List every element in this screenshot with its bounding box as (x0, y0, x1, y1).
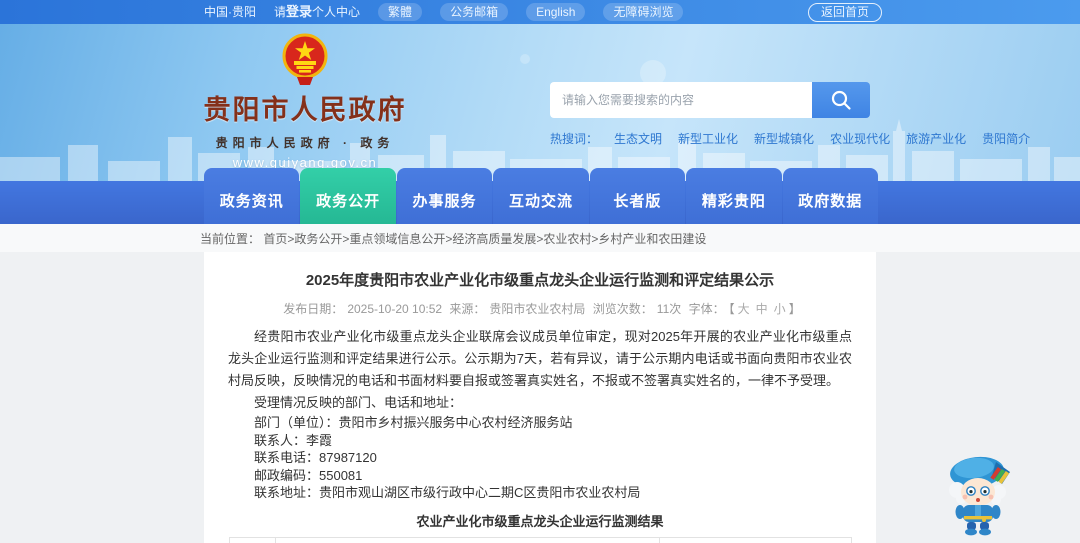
site-logo-block[interactable]: 贵阳市人民政府 贵阳市人民政府 · 政务 www.guiyang.gov.cn (200, 32, 410, 170)
back-home-button[interactable]: 返回首页 (807, 3, 882, 22)
bracket-close: 】 (788, 302, 801, 316)
hot-word-3[interactable]: 新型城镇化 (754, 130, 814, 147)
english-link[interactable]: English (526, 3, 586, 21)
region-link[interactable]: 中国·贵阳 (204, 0, 256, 24)
contact-address-line: 联系地址：贵阳市观山湖区市级行政中心二期C区贵阳市农业农村局 (254, 485, 641, 500)
hot-word-6[interactable]: 贵阳简介 (982, 130, 1030, 147)
font-size-label: 字体： (688, 302, 725, 316)
font-size-large-button[interactable]: 大 (738, 302, 750, 316)
hot-word-4[interactable]: 农业现代化 (830, 130, 890, 147)
nav-tab-zhengwu-gongkai[interactable]: 政务公开 (300, 168, 396, 224)
main-content-area: 2025年度贵阳市农业产业化市级重点龙头企业运行监测和评定结果公示 发布日期： 2… (0, 252, 1080, 543)
contact-person-line: 联系人：李霞 (254, 432, 333, 448)
breadcrumb: 当前位置： 首页>政务公开>重点领域信息公开>经济高质量发展>农业农村>乡村产业… (200, 230, 706, 247)
breadcrumb-label: 当前位置： (200, 231, 261, 246)
breadcrumb-path[interactable]: 首页>政务公开>重点领域信息公开>经济高质量发展>农业农村>乡村产业和农田建设 (263, 232, 706, 246)
login-strong: 登录 (286, 4, 313, 19)
contact-department-line: 部门（单位）：贵阳市乡村振兴服务中心农村经济服务站 (254, 415, 573, 430)
nav-tab-jingcai-guiyang[interactable]: 精彩贵阳 (686, 168, 782, 224)
nav-tab-zhengwu-zixun[interactable]: 政务资讯 (204, 168, 300, 224)
login-link[interactable]: 请登录个人中心 (274, 0, 360, 24)
source-label: 来源： (449, 302, 486, 316)
bracket-open: 【 (728, 302, 735, 316)
top-utility-bar: 中国·贵阳 请登录个人中心 繁體 公务邮箱 English 无障碍浏览 返回首页 (0, 0, 1080, 24)
site-tagline: 贵阳市人民政府 · 政务 (215, 136, 395, 150)
publish-date-label: 发布日期： (283, 302, 344, 316)
col-header-index: 序号 (228, 536, 276, 543)
article-paragraph: 受理情况反映的部门、电话和地址： (254, 395, 463, 410)
search-area: 热搜词： 生态文明 新型工业化 新型城镇化 农业现代化 旅游产业化 贵阳简介 (550, 82, 1030, 147)
article-paragraph: 经贵阳市农业产业化市级重点龙头企业联席会议成员单位审定，现对2025年开展的农业… (228, 329, 852, 388)
col-header-result: 监测结果 (658, 536, 852, 543)
main-navbar: 政务资讯 政务公开 办事服务 互动交流 长者版 精彩贵阳 政府数据 (0, 168, 1080, 224)
hot-word-2[interactable]: 新型工业化 (678, 130, 738, 147)
search-input[interactable] (550, 82, 812, 118)
nav-tab-zhangzheban[interactable]: 长者版 (589, 168, 686, 224)
article-card: 2025年度贵阳市农业产业化市级重点龙头企业运行监测和评定结果公示 发布日期： 2… (204, 252, 876, 543)
national-emblem-icon (282, 33, 328, 85)
banner-sparkle (520, 54, 530, 64)
accessibility-link[interactable]: 无障碍浏览 (603, 3, 684, 21)
login-pre: 请 (274, 5, 287, 19)
nav-tab-zhengfu-shuju[interactable]: 政府数据 (782, 168, 878, 224)
site-banner: 贵阳市人民政府 贵阳市人民政府 · 政务 www.guiyang.gov.cn … (0, 24, 1080, 181)
result-table-caption: 农业产业化市级重点龙头企业运行监测结果 (416, 513, 664, 529)
hot-search-row: 热搜词： 生态文明 新型工业化 新型城镇化 农业现代化 旅游产业化 贵阳简介 (550, 130, 1030, 147)
breadcrumb-bar: 当前位置： 首页>政务公开>重点领域信息公开>经济高质量发展>农业农村>乡村产业… (0, 224, 1080, 252)
source-value: 贵阳市农业农村局 (489, 302, 586, 316)
views-label: 浏览次数： (592, 302, 653, 316)
hot-word-5[interactable]: 旅游产业化 (906, 130, 966, 147)
official-mail-link[interactable]: 公务邮箱 (440, 3, 509, 21)
views-value: 11次 (656, 302, 682, 316)
traditional-chinese-link[interactable]: 繁體 (378, 3, 423, 21)
mascot-assistant[interactable] (944, 450, 1016, 536)
hot-search-label: 热搜词： (550, 132, 599, 146)
login-post: 个人中心 (312, 5, 361, 19)
search-button[interactable] (812, 82, 870, 118)
article-title: 2025年度贵阳市农业产业化市级重点龙头企业运行监测和评定结果公示 (305, 272, 775, 289)
postal-code-line: 邮政编码：550081 (254, 467, 363, 483)
table-header-row: 序号 企业名称 监测结果 (228, 536, 852, 543)
font-size-small-button[interactable]: 小 (774, 302, 786, 316)
site-name: 贵阳市人民政府 (203, 95, 407, 125)
article-meta: 发布日期： 2025-10-20 10:52 来源： 贵阳市农业农村局 浏览次数： 1… (228, 300, 852, 317)
contact-phone-line: 联系电话：87987120 (254, 450, 377, 465)
nav-tab-banshi-fuwu[interactable]: 办事服务 (396, 168, 493, 224)
hot-word-1[interactable]: 生态文明 (614, 130, 662, 147)
search-icon (831, 90, 851, 110)
font-size-medium-button[interactable]: 中 (756, 302, 768, 316)
monitoring-result-table: 序号 企业名称 监测结果 1 贵州合力超市采购有限公司 合格 2 贵州友禾种业有… (228, 536, 852, 543)
col-header-company: 企业名称 (274, 536, 660, 543)
nav-tab-hudong-jiaoliu[interactable]: 互动交流 (493, 168, 589, 224)
publish-date: 2025-10-20 10:52 (347, 302, 443, 316)
